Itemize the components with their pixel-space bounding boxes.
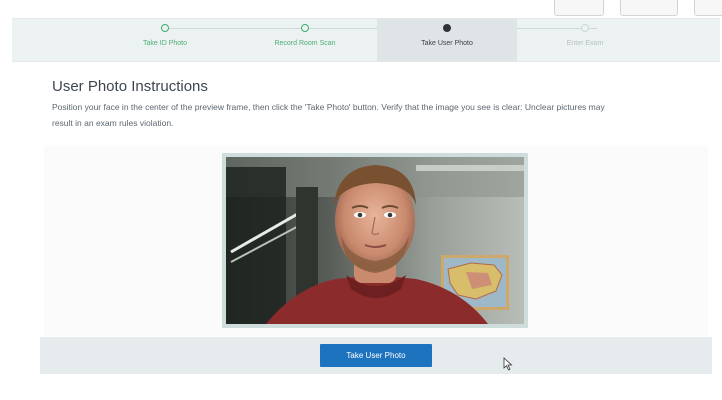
toolbar-button[interactable] [620, 0, 678, 16]
webcam-video-feed [226, 157, 524, 324]
step-label: Enter Exam [566, 40, 604, 47]
step-active-dot-icon [443, 24, 451, 32]
step-label: Take ID Photo [143, 40, 187, 47]
step-take-user-photo: Take User Photo [377, 19, 517, 61]
toolbar-button[interactable] [554, 0, 604, 16]
toolbar-button[interactable] [694, 0, 722, 16]
progress-stepper: Take ID Photo Record Room Scan Take User… [12, 18, 720, 62]
take-user-photo-button[interactable]: Take User Photo [320, 344, 432, 367]
step-label: Take User Photo [421, 40, 473, 47]
step-take-id-photo: Take ID Photo [107, 19, 223, 61]
page-title: User Photo Instructions [52, 78, 208, 95]
action-bar: Take User Photo [40, 337, 712, 374]
step-pending-dot-icon [581, 24, 589, 32]
step-enter-exam: Enter Exam [527, 19, 643, 61]
instructions-text: Position your face in the center of the … [52, 102, 605, 128]
mouse-pointer-icon [503, 357, 513, 371]
step-complete-dot-icon [161, 24, 169, 32]
step-record-room-scan: Record Room Scan [247, 19, 363, 61]
step-label: Record Room Scan [274, 40, 336, 47]
top-toolbar [0, 0, 722, 18]
webcam-preview [226, 157, 524, 324]
camera-preview-frame [222, 153, 528, 328]
step-complete-dot-icon [301, 24, 309, 32]
